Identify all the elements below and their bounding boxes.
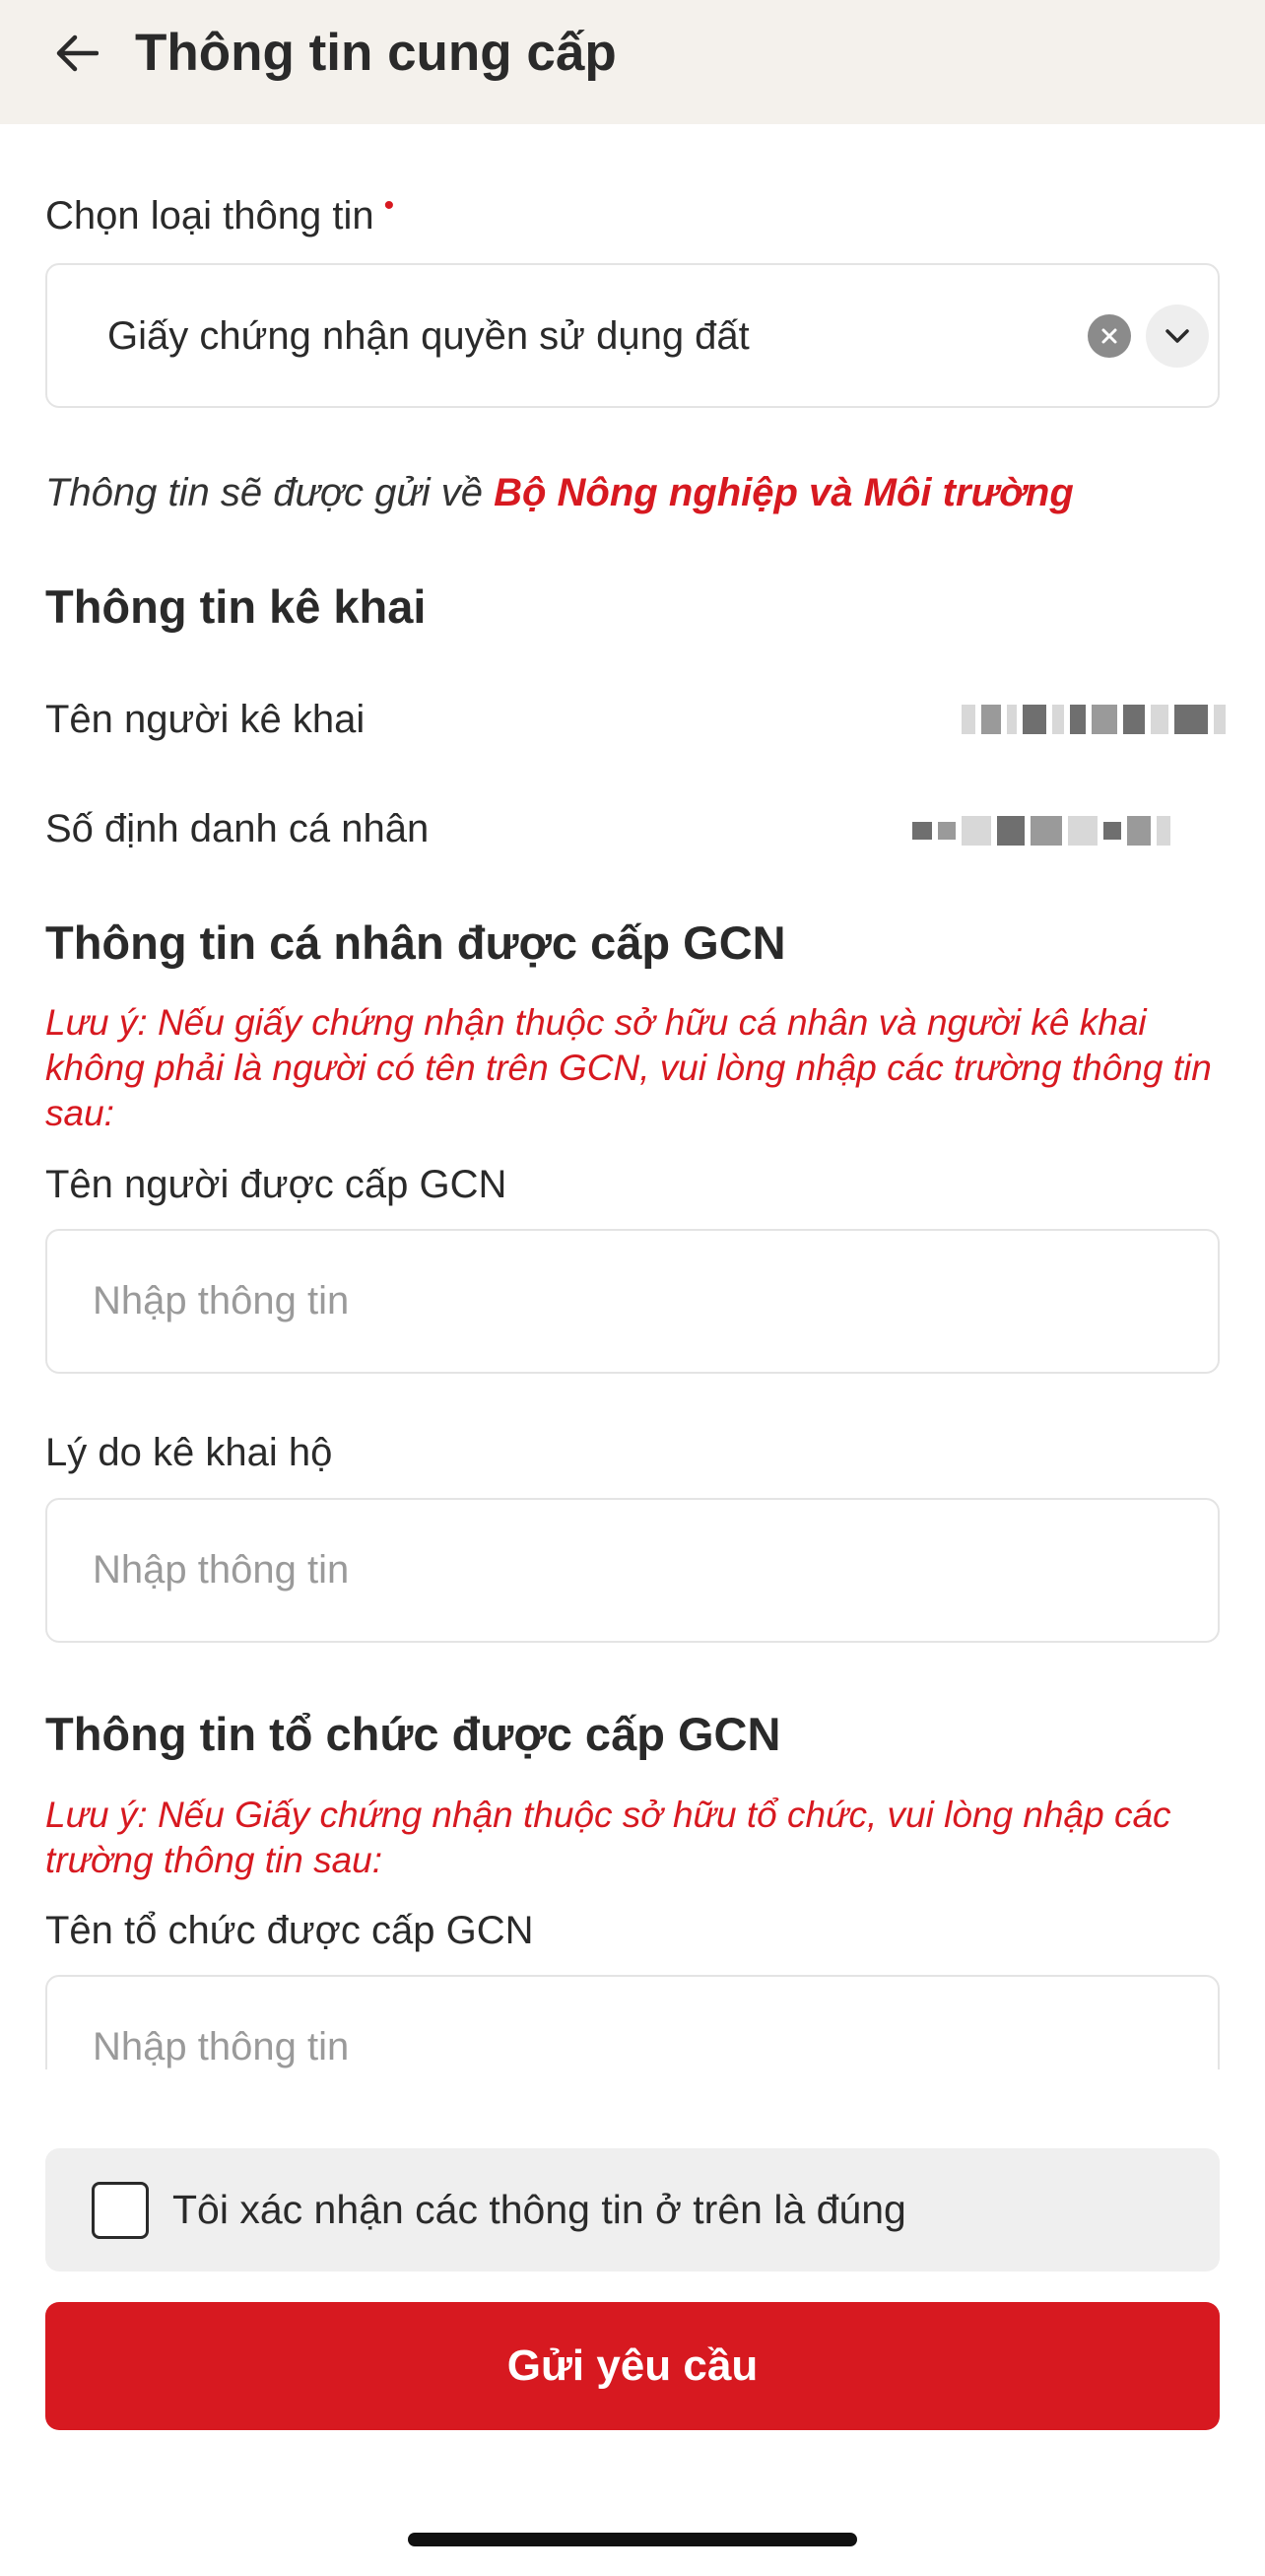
info-type-select[interactable]: Giấy chứng nhận quyền sử dụng đất: [45, 263, 1220, 408]
reason-label: Lý do kê khai hộ: [45, 1431, 333, 1474]
holder-name-label: Tên người được cấp GCN: [45, 1163, 507, 1206]
scroll-clip: [0, 1975, 1265, 2069]
info-type-label: Chọn loại thông tin •: [45, 189, 395, 245]
individual-section-title: Thông tin cá nhân được cấp GCN: [45, 916, 786, 969]
declaration-section-title: Thông tin kê khai: [45, 580, 427, 633]
holder-name-field[interactable]: [45, 1229, 1220, 1374]
arrow-left-icon: [56, 34, 99, 72]
submit-button-label: Gửi yêu cầu: [506, 2341, 759, 2390]
declarant-name-value-masked: [962, 703, 1226, 736]
personal-id-value-masked: [912, 814, 1170, 847]
recipient-department: Bộ Nông nghiệp và Môi trường: [494, 471, 1074, 514]
reason-input[interactable]: [93, 1500, 1176, 1641]
org-name-label: Tên tổ chức được cấp GCN: [45, 1909, 534, 1952]
home-indicator: [408, 2533, 857, 2546]
info-type-selected-value: Giấy chứng nhận quyền sử dụng đất: [107, 314, 750, 358]
page-title: Thông tin cung cấp: [135, 24, 617, 82]
app-header: Thông tin cung cấp: [0, 0, 1265, 124]
back-button[interactable]: [45, 26, 108, 81]
submit-button[interactable]: Gửi yêu cầu: [45, 2302, 1220, 2430]
organization-note: Lưu ý: Nếu Giấy chứng nhận thuộc sở hữu …: [45, 1795, 1171, 1880]
chevron-down-icon[interactable]: [1146, 305, 1209, 368]
personal-id-label: Số định danh cá nhân: [45, 807, 430, 850]
confirm-label: Tôi xác nhận các thông tin ở trên là đún…: [172, 2187, 906, 2232]
organization-section-title: Thông tin tổ chức được cấp GCN: [45, 1708, 781, 1760]
holder-name-input[interactable]: [93, 1231, 1176, 1372]
reason-field[interactable]: [45, 1498, 1220, 1643]
confirm-row[interactable]: Tôi xác nhận các thông tin ở trên là đún…: [45, 2148, 1220, 2271]
individual-note: Lưu ý: Nếu giấy chứng nhận thuộc sở hữu …: [45, 1002, 1212, 1133]
recipient-note-prefix: Thông tin sẽ được gửi về: [45, 471, 495, 514]
recipient-note: Thông tin sẽ được gửi về Bộ Nông nghiệp …: [45, 467, 1074, 518]
clear-icon[interactable]: [1088, 314, 1131, 358]
required-marker: •: [383, 189, 395, 222]
org-name-input[interactable]: [93, 1977, 1176, 2069]
info-type-label-text: Chọn loại thông tin: [45, 194, 374, 237]
confirm-checkbox[interactable]: [92, 2182, 149, 2239]
org-name-field[interactable]: [45, 1975, 1220, 2069]
declarant-name-label: Tên người kê khai: [45, 698, 366, 741]
